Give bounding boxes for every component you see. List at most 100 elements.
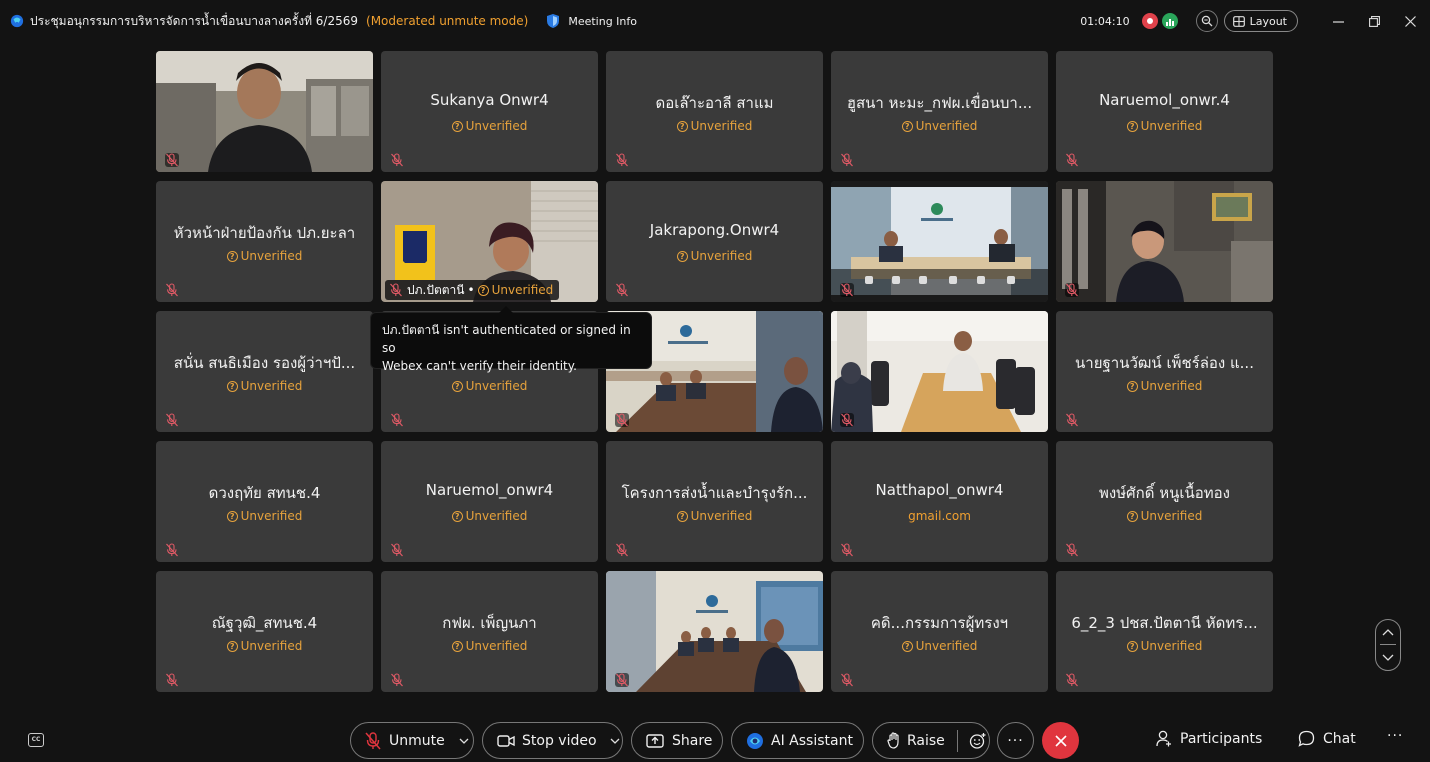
participant-status-label: Unverified	[240, 249, 303, 263]
participant-name: Natthapol_onwr4	[875, 481, 1004, 499]
stop-video-button[interactable]: Stop video	[482, 722, 623, 759]
participant-name: ฮูสนา หะมะ_กฟผ.เขื่อนบา...	[846, 94, 1033, 112]
participant-tile[interactable]: Sukanya Onwr4? Unverified	[381, 51, 598, 172]
mic-off-icon	[1066, 673, 1078, 687]
participant-tile[interactable]: คดิ...กรรมการผู้ทรงฯ? Unverified	[831, 571, 1048, 692]
participant-name: ปภ.ปัตตานี	[407, 282, 465, 297]
participant-tile[interactable]: Naruemol_onwr.4? Unverified	[1056, 51, 1273, 172]
participant-tile[interactable]: สนั่น สนธิเมือง รองผู้ว่าฯปั...? Unverifi…	[156, 311, 373, 432]
zoom-button[interactable]	[1195, 10, 1218, 32]
restore-button[interactable]	[1356, 0, 1392, 42]
meeting-info-label: Meeting Info	[568, 14, 637, 28]
unmute-button[interactable]: Unmute	[350, 722, 474, 759]
unverified-badge[interactable]: ? Unverified	[1056, 379, 1273, 393]
warning-icon: ?	[1126, 120, 1138, 132]
close-icon	[1054, 734, 1067, 747]
warning-icon: ?	[1126, 380, 1138, 392]
unverified-badge[interactable]: ? Unverified	[381, 119, 598, 133]
participant-tile[interactable]: โครงการส่งน้ำและบำรุงรัก...? Unverified	[606, 441, 823, 562]
chevron-down-icon[interactable]	[1382, 654, 1394, 662]
participant-tile[interactable]: ปภ.ปัตตานี •? Unverified	[381, 181, 598, 302]
unverified-badge[interactable]: ? Unverified	[606, 119, 823, 133]
grid-scroller[interactable]	[1375, 619, 1401, 671]
warning-icon: ?	[451, 120, 463, 132]
reactions-icon[interactable]	[969, 732, 987, 750]
participant-tile[interactable]: 6_2_3 ปชส.ปัตตานี หัดทร...? Unverified	[1056, 571, 1273, 692]
unverified-badge[interactable]: ? Unverified	[381, 639, 598, 653]
mic-off-icon	[166, 283, 178, 297]
warning-icon: ?	[676, 250, 688, 262]
network-stats-icon[interactable]	[1161, 13, 1178, 29]
participant-tile[interactable]: Natthapol_onwr4 gmail.com	[831, 441, 1048, 562]
participant-status-label: Unverified	[240, 379, 303, 393]
unverified-badge[interactable]: ? Unverified	[606, 509, 823, 523]
unverified-badge[interactable]: ? Unverified	[831, 639, 1048, 653]
participants-button[interactable]: Participants	[1156, 730, 1262, 747]
participant-status-label: Unverified	[465, 119, 528, 133]
unverified-badge[interactable]: ? Unverified	[156, 509, 373, 523]
unverified-badge[interactable]: ? Unverified	[381, 509, 598, 523]
video-camera-icon	[497, 734, 515, 747]
chevron-down-icon[interactable]	[610, 738, 620, 744]
chevron-down-icon[interactable]	[459, 738, 469, 744]
raise-separator	[956, 729, 958, 752]
unverified-badge[interactable]: ? Unverified	[1056, 509, 1273, 523]
layout-button[interactable]: Layout	[1223, 10, 1298, 32]
hand-icon	[887, 732, 899, 749]
meeting-info-button[interactable]: Meeting Info	[546, 13, 637, 29]
participant-name: นายฐานวัฒน์ เพ็ชร์ล่อง แ...	[1075, 354, 1254, 372]
unverified-label: Unverified	[491, 283, 554, 297]
participant-tile[interactable]: Naruemol_onwr4? Unverified	[381, 441, 598, 562]
mic-off-icon	[615, 673, 629, 687]
mic-off-icon	[616, 543, 628, 557]
participant-name: หัวหน้าฝ่ายป้องกัน ปภ.ยะลา	[173, 224, 356, 242]
participant-tile[interactable]: กฟผ. เพ็ญนภา? Unverified	[381, 571, 598, 692]
leave-meeting-button[interactable]	[1042, 722, 1079, 759]
participant-tile[interactable]: ดอเล๊าะอาลี สาแม ? Unverified	[606, 51, 823, 172]
participant-tile[interactable]	[606, 571, 823, 692]
warning-icon: ?	[1126, 510, 1138, 522]
participant-tile[interactable]: ฮูสนา หะมะ_กฟผ.เขื่อนบา... ? Unverified	[831, 51, 1048, 172]
participant-tile[interactable]: หัวหน้าฝ่ายป้องกัน ปภ.ยะลา ? Unverified	[156, 181, 373, 302]
ai-assistant-icon	[747, 732, 763, 749]
participant-tile[interactable]: นายฐานวัฒน์ เพ็ชร์ล่อง แ...? Unverified	[1056, 311, 1273, 432]
participant-tile[interactable]: ดวงฤทัย สทนช.4? Unverified	[156, 441, 373, 562]
closed-captions-icon[interactable]: CC	[28, 733, 44, 747]
unverified-badge[interactable]: ? Unverified	[156, 639, 373, 653]
participant-status-label: Unverified	[465, 509, 528, 523]
unverified-badge[interactable]: ? Unverified	[606, 249, 823, 263]
unverified-badge[interactable]: ? Unverified	[831, 119, 1048, 133]
recording-icon[interactable]	[1141, 13, 1158, 29]
chevron-up-icon[interactable]	[1382, 628, 1394, 636]
participant-tile[interactable]	[156, 51, 373, 172]
unverified-badge[interactable]: ? Unverified	[477, 283, 554, 297]
chat-bubble-icon	[1298, 730, 1315, 747]
participant-tile[interactable]: ณัฐวุฒิ_สทนช.4? Unverified	[156, 571, 373, 692]
participant-tile[interactable]	[1056, 181, 1273, 302]
participant-tile[interactable]	[831, 181, 1048, 302]
mic-off-icon	[391, 543, 403, 557]
unverified-badge[interactable]: ? Unverified	[1056, 119, 1273, 133]
participant-tile[interactable]: พงษ์ศักดิ์ หนูเนื้อทอง? Unverified	[1056, 441, 1273, 562]
share-screen-icon	[646, 733, 664, 748]
more-panels-button[interactable]: ···	[1387, 728, 1403, 744]
participant-tile[interactable]	[831, 311, 1048, 432]
participant-tile[interactable]: Jakrapong.Onwr4? Unverified	[606, 181, 823, 302]
minimize-button[interactable]	[1320, 0, 1356, 42]
more-options-button[interactable]: ···	[997, 722, 1034, 759]
unverified-badge[interactable]: ? Unverified	[1056, 639, 1273, 653]
unverified-badge[interactable]: ? Unverified	[156, 379, 373, 393]
share-button[interactable]: Share	[631, 722, 723, 759]
magnifier-icon	[1201, 15, 1213, 27]
unverified-badge[interactable]: ? Unverified	[156, 249, 373, 263]
close-button[interactable]	[1392, 0, 1428, 42]
participant-name: ดอเล๊าะอาลี สาแม	[655, 94, 774, 112]
unverified-badge[interactable]: ? Unverified	[381, 379, 598, 393]
mic-off-icon	[1066, 153, 1078, 167]
video-feed-man-office	[156, 51, 373, 172]
chat-button[interactable]: Chat	[1298, 730, 1356, 747]
mic-off-icon	[840, 413, 854, 427]
participant-status-label: Unverified	[1140, 379, 1203, 393]
ai-assistant-button[interactable]: AI Assistant	[731, 722, 864, 759]
raise-hand-button[interactable]: Raise	[872, 722, 990, 759]
